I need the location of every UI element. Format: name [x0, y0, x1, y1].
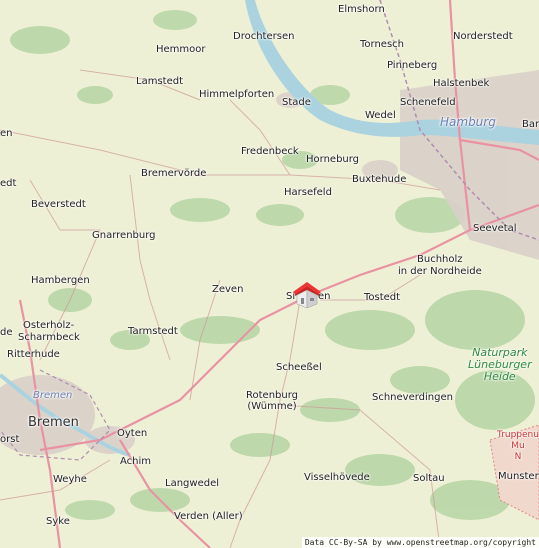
place-label: Beverstedt [31, 199, 86, 210]
place-label: Munster [498, 471, 539, 482]
place-label: Buchholz [417, 254, 463, 265]
city-label: Hamburg [440, 115, 496, 129]
place-label: Fredenbeck [241, 146, 299, 157]
nature-park-line: Heide [483, 370, 516, 383]
place-label: Buxtehude [352, 174, 407, 185]
rotenburg-line: (Wümme) [247, 401, 297, 412]
water-label: Bremen [33, 390, 73, 401]
place-label: Norderstedt [453, 31, 513, 42]
place-label: Halstenbek [433, 78, 490, 89]
place-label: Soltau [413, 473, 445, 484]
place-label: in der Nordheide [398, 266, 482, 277]
place-label: Zeven [212, 284, 244, 295]
place-label: Rotenburg (Wümme) [246, 390, 298, 412]
military-label: Truppenu Mu N [497, 430, 539, 463]
place-label: Tostedt [364, 292, 401, 303]
place-label: Gnarrenburg [92, 230, 156, 241]
place-label: Schenefeld [400, 97, 456, 108]
city-label: Bremen [28, 415, 79, 430]
place-label: Seevetal [473, 223, 517, 234]
map-view[interactable]: Elmshorn Hemmoor Drochtersen Tornesch No… [0, 0, 539, 548]
place-label: Oyten [117, 428, 148, 439]
place-label: Horneburg [306, 154, 360, 165]
place-label: Drochtersen [233, 31, 295, 42]
place-label: Bremervörde [141, 168, 207, 179]
nature-park-label: Naturpark Lüneburger Heide [468, 347, 532, 383]
place-label: Elmshorn [338, 4, 385, 15]
place-label: Stade [282, 97, 311, 108]
place-label: de [0, 327, 13, 338]
place-label: Syke [46, 516, 70, 527]
place-label: Scheeßel [276, 362, 322, 373]
place-label: Schneverdingen [372, 392, 453, 403]
map-attribution[interactable]: Data CC-By-SA by www.openstreetmap.org/c… [301, 537, 539, 548]
place-label: Osterholz- [23, 320, 75, 331]
military-line: N [514, 452, 522, 462]
place-label: Weyhe [53, 474, 87, 485]
place-label: Harsefeld [284, 187, 332, 198]
rotenburg-line: Rotenburg [246, 390, 298, 401]
place-label: orst [0, 434, 20, 445]
house-marker-icon[interactable] [291, 280, 323, 310]
place-label: Himmelpforten [199, 89, 275, 100]
place-label: Ritterhude [7, 349, 60, 360]
place-label: Pinneberg [387, 60, 438, 71]
place-label: Wedel [365, 110, 396, 121]
place-label: Hemmoor [156, 44, 206, 55]
place-label: Langwedel [165, 478, 219, 489]
place-label: Verden (Aller) [174, 511, 243, 522]
place-label: Lamstedt [136, 76, 183, 87]
place-label: Achim [120, 456, 152, 467]
military-line: Truppenu [497, 430, 539, 440]
place-label: en [0, 128, 13, 139]
place-label: Visselhövede [304, 472, 370, 483]
place-label: Bar [522, 119, 539, 130]
place-label: Tornesch [360, 39, 404, 50]
place-label: edt [0, 178, 17, 189]
military-line: Mu [511, 441, 525, 451]
place-label: Scharmbeck [18, 332, 80, 343]
place-label: Tarmstedt [128, 326, 178, 337]
place-label: Hambergen [31, 275, 90, 286]
